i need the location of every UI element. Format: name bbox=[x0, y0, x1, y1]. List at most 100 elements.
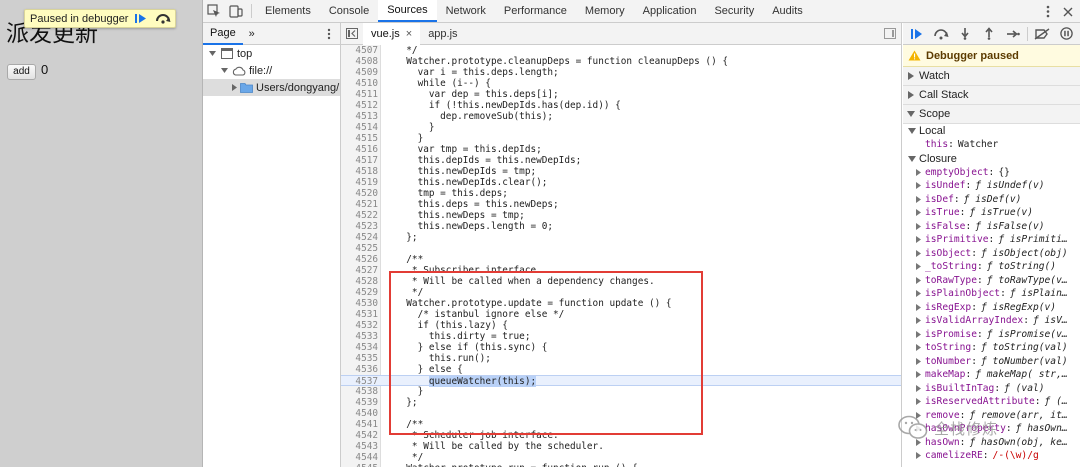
tab-security[interactable]: Security bbox=[705, 0, 763, 22]
line-number[interactable]: 4514 bbox=[341, 122, 378, 133]
scope-property[interactable]: toNumber: ƒ toNumber(val) bbox=[903, 355, 1080, 369]
line-number[interactable]: 4536 bbox=[341, 364, 378, 375]
scope-property[interactable]: isPromise: ƒ isPromise(v… bbox=[903, 328, 1080, 342]
tab-application[interactable]: Application bbox=[634, 0, 706, 22]
line-number[interactable]: 4531 bbox=[341, 309, 378, 320]
property-value: ƒ isUndef(v) bbox=[975, 180, 1045, 192]
line-number[interactable]: 4544 bbox=[341, 452, 378, 463]
line-number[interactable]: 4532 bbox=[341, 320, 378, 331]
line-number[interactable]: 4529 bbox=[341, 287, 378, 298]
line-number[interactable]: 4507 bbox=[341, 45, 378, 56]
scope-local[interactable]: Local bbox=[903, 124, 1080, 138]
line-number[interactable]: 4517 bbox=[341, 155, 378, 166]
line-number[interactable]: 4526 bbox=[341, 254, 378, 265]
scope-property[interactable]: makeMap: ƒ makeMap( str,… bbox=[903, 368, 1080, 382]
tab-network[interactable]: Network bbox=[437, 0, 495, 22]
deactivate-breakpoints-icon[interactable] bbox=[1030, 24, 1054, 44]
tab-sources[interactable]: Sources bbox=[378, 0, 437, 22]
line-number[interactable]: 4543 bbox=[341, 441, 378, 452]
line-number[interactable]: 4545 bbox=[341, 463, 378, 467]
pause-on-exceptions-icon[interactable] bbox=[1054, 24, 1078, 44]
tab-page[interactable]: Page bbox=[203, 23, 243, 45]
line-number[interactable]: 4519 bbox=[341, 177, 378, 188]
toggle-navigator-icon[interactable] bbox=[341, 24, 363, 44]
close-icon[interactable] bbox=[1061, 4, 1075, 19]
step-over-icon[interactable] bbox=[154, 11, 172, 26]
line-number[interactable]: 4515 bbox=[341, 133, 378, 144]
line-number[interactable]: 4524 bbox=[341, 232, 378, 243]
line-number[interactable]: 4535 bbox=[341, 353, 378, 364]
close-tab-icon[interactable]: × bbox=[406, 28, 412, 40]
step-into-icon[interactable] bbox=[953, 24, 977, 44]
scope-property[interactable]: toRawType: ƒ toRawType(v… bbox=[903, 274, 1080, 288]
line-number[interactable]: 4525 bbox=[341, 243, 378, 254]
line-number[interactable]: 4528 bbox=[341, 276, 378, 287]
editor-tab-vue-js[interactable]: vue.js × bbox=[363, 23, 421, 45]
scope-property[interactable]: isValidArrayIndex: ƒ isV… bbox=[903, 314, 1080, 328]
more-tabs-icon[interactable]: » bbox=[243, 24, 261, 44]
device-toolbar-icon[interactable] bbox=[225, 0, 247, 22]
section-call-stack[interactable]: Call Stack bbox=[903, 86, 1080, 105]
line-number[interactable]: 4511 bbox=[341, 89, 378, 100]
line-number[interactable]: 4508 bbox=[341, 56, 378, 67]
collapsed-arrow-icon bbox=[915, 303, 922, 311]
scope-property[interactable]: isUndef: ƒ isUndef(v) bbox=[903, 179, 1080, 193]
editor-tab-app-js[interactable]: app.js bbox=[420, 23, 465, 45]
scope-property[interactable]: isReservedAttribute: ƒ (… bbox=[903, 395, 1080, 409]
line-number[interactable]: 4512 bbox=[341, 100, 378, 111]
line-number[interactable]: 4513 bbox=[341, 111, 378, 122]
line-number[interactable]: 4518 bbox=[341, 166, 378, 177]
line-number[interactable]: 4540 bbox=[341, 408, 378, 419]
resume-icon[interactable] bbox=[132, 11, 150, 26]
scope-property[interactable]: isDef: ƒ isDef(v) bbox=[903, 193, 1080, 207]
tab-memory[interactable]: Memory bbox=[576, 0, 634, 22]
add-button[interactable]: add bbox=[7, 64, 36, 80]
scope-property[interactable]: isBuiltInTag: ƒ (val) bbox=[903, 382, 1080, 396]
line-number[interactable]: 4516 bbox=[341, 144, 378, 155]
scope-property[interactable]: isFalse: ƒ isFalse(v) bbox=[903, 220, 1080, 234]
more-options-icon[interactable] bbox=[1041, 4, 1055, 19]
scope-property[interactable]: isTrue: ƒ isTrue(v) bbox=[903, 206, 1080, 220]
scope-property[interactable]: toString: ƒ toString(val) bbox=[903, 341, 1080, 355]
step-icon[interactable] bbox=[1001, 24, 1025, 44]
tab-elements[interactable]: Elements bbox=[256, 0, 320, 22]
step-out-icon[interactable] bbox=[977, 24, 1001, 44]
tree-item[interactable]: file:// bbox=[203, 62, 340, 79]
line-number[interactable]: 4539 bbox=[341, 397, 378, 408]
section-scope[interactable]: Scope bbox=[903, 105, 1080, 124]
scope-property[interactable]: camelizeRE:/-(\w)/g bbox=[903, 449, 1080, 463]
line-number[interactable]: 4533 bbox=[341, 331, 378, 342]
scope-property[interactable]: isRegExp: ƒ isRegExp(v) bbox=[903, 301, 1080, 315]
step-over-icon[interactable] bbox=[929, 24, 953, 44]
line-number[interactable]: 4530 bbox=[341, 298, 378, 309]
scope-property[interactable]: _toString: ƒ toString() bbox=[903, 260, 1080, 274]
tree-item[interactable]: Users/dongyang/D bbox=[203, 79, 340, 96]
inspect-element-icon[interactable] bbox=[203, 0, 225, 22]
line-number[interactable]: 4522 bbox=[341, 210, 378, 221]
line-number[interactable]: 4541 bbox=[341, 419, 378, 430]
resume-icon[interactable] bbox=[905, 24, 929, 44]
tree-item[interactable]: top bbox=[203, 45, 340, 62]
toggle-debugger-icon[interactable] bbox=[883, 26, 897, 41]
scope-property[interactable]: emptyObject:{} bbox=[903, 166, 1080, 180]
line-number[interactable]: 4523 bbox=[341, 221, 378, 232]
scope-closure[interactable]: Closure bbox=[903, 152, 1080, 166]
tab-audits[interactable]: Audits bbox=[763, 0, 812, 22]
scope-property[interactable]: isPrimitive: ƒ isPrimiti… bbox=[903, 233, 1080, 247]
line-number[interactable]: 4510 bbox=[341, 78, 378, 89]
tab-performance[interactable]: Performance bbox=[495, 0, 576, 22]
line-number[interactable]: 4521 bbox=[341, 199, 378, 210]
line-number[interactable]: 4538 bbox=[341, 386, 378, 397]
line-number[interactable]: 4542 bbox=[341, 430, 378, 441]
navigator-menu-icon[interactable] bbox=[324, 26, 334, 42]
tab-console[interactable]: Console bbox=[320, 0, 378, 22]
scope-property[interactable]: isPlainObject: ƒ isPlain… bbox=[903, 287, 1080, 301]
scope-property[interactable]: this: Watcher bbox=[903, 138, 1080, 152]
section-watch[interactable]: Watch bbox=[903, 67, 1080, 86]
line-number[interactable]: 4527 bbox=[341, 265, 378, 276]
line-number[interactable]: 4534 bbox=[341, 342, 378, 353]
scope-property[interactable]: isObject: ƒ isObject(obj) bbox=[903, 247, 1080, 261]
line-number[interactable]: 4509 bbox=[341, 67, 378, 78]
line-number[interactable]: 4520 bbox=[341, 188, 378, 199]
code-view[interactable]: 4507 */4508 Watcher.prototype.cleanupDep… bbox=[341, 45, 901, 467]
